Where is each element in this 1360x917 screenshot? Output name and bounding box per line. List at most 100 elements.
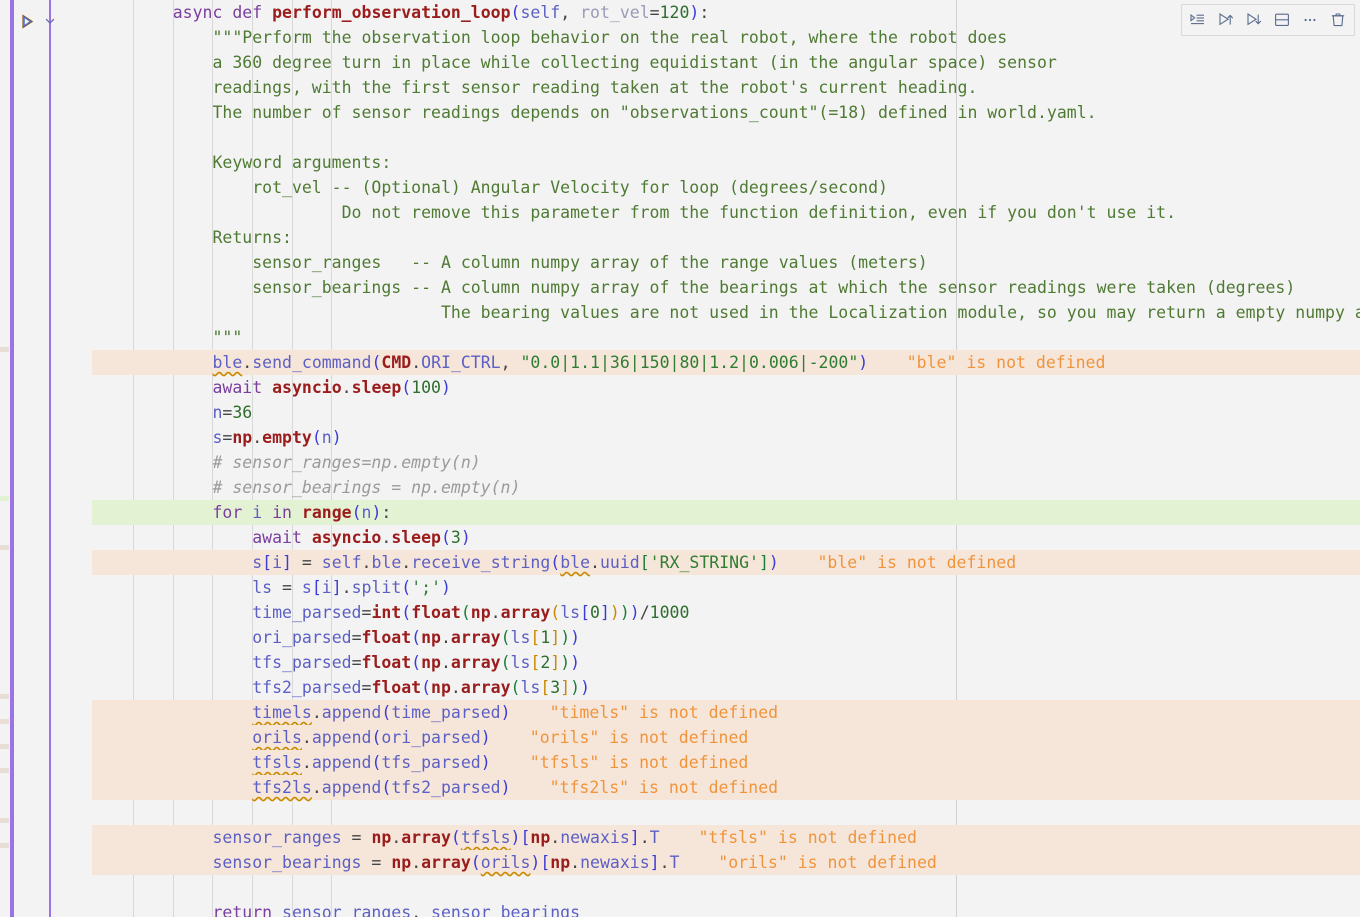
code-line[interactable] [92, 875, 1360, 900]
code-token: ( [470, 853, 481, 872]
code-token: . [252, 428, 263, 447]
code-line[interactable]: sensor_ranges = np.array(tfsls)[np.newax… [92, 825, 1360, 850]
code-token: , [500, 353, 521, 372]
code-lines[interactable]: async def perform_observation_loop(self,… [92, 0, 1360, 917]
code-token: / [639, 603, 650, 622]
code-line[interactable]: await asyncio.sleep(100) [92, 375, 1360, 400]
code-line[interactable]: rot_vel -- (Optional) Angular Velocity f… [92, 175, 1360, 200]
code-token: ls [560, 603, 581, 622]
code-token: ';' [411, 578, 442, 597]
code-token: ble [371, 553, 402, 572]
code-line[interactable]: """ [92, 325, 1360, 350]
code-token: , [411, 903, 432, 917]
code-token: np [371, 828, 392, 847]
chevron-down-icon[interactable] [40, 8, 60, 34]
code-token: ( [401, 578, 412, 597]
code-token: append [321, 703, 382, 722]
code-token: n [321, 428, 332, 447]
code-token: float [411, 603, 461, 622]
code-token: ls [510, 653, 531, 672]
code-token: Returns: [133, 228, 292, 247]
code-line[interactable] [92, 125, 1360, 150]
code-token: ( [510, 3, 521, 22]
run-by-line-icon[interactable] [1184, 7, 1212, 33]
code-token: = [341, 828, 372, 847]
code-token: sensor_bearings -- A column numpy array … [133, 278, 1296, 297]
split-cell-icon[interactable] [1268, 7, 1296, 33]
code-token: i [321, 578, 332, 597]
code-token: ] [282, 553, 292, 572]
code-line[interactable]: readings, with the first sensor reading … [92, 75, 1360, 100]
code-line[interactable]: tfsls.append(tfs_parsed) "tfsls" is not d… [92, 750, 1360, 775]
code-line-text: sensor_ranges -- A column numpy array of… [92, 250, 928, 275]
code-line-text: sensor_ranges = np.array(tfsls)[np.newax… [92, 825, 659, 850]
code-token: np [421, 653, 441, 672]
code-line[interactable]: sensor_ranges -- A column numpy array of… [92, 250, 1360, 275]
code-token: = [361, 603, 372, 622]
undefined-symbol: timels [252, 703, 312, 722]
undefined-symbol: ble [560, 553, 591, 572]
code-line[interactable]: The number of sensor readings depends on… [92, 100, 1360, 125]
run-cell-button[interactable] [14, 8, 40, 34]
code-line[interactable]: tfs2ls.append(tfs2_parsed) "tfs2ls" is no… [92, 775, 1360, 800]
code-token: 36 [232, 403, 253, 422]
code-token: for [212, 503, 243, 522]
code-token: ori_parsed [381, 728, 481, 747]
code-token: np [470, 603, 491, 622]
code-token: . [391, 828, 402, 847]
code-line[interactable]: sensor_bearings = np.array(orils)[np.new… [92, 850, 1360, 875]
overview-ruler[interactable] [0, 0, 10, 917]
code-line[interactable]: n=36 [92, 400, 1360, 425]
code-token: s [212, 428, 223, 447]
code-line[interactable]: # sensor_ranges=np.empty(n) [92, 450, 1360, 475]
code-line-text: await asyncio.sleep(3) [92, 525, 471, 550]
run-above-icon[interactable] [1212, 7, 1240, 33]
code-token: 100 [411, 378, 441, 397]
code-token: [ [540, 853, 551, 872]
code-line[interactable]: await asyncio.sleep(3) [92, 525, 1360, 550]
code-token: rot_vel -- (Optional) Angular Velocity f… [133, 178, 888, 197]
code-line[interactable]: s=np.empty(n) [92, 425, 1360, 450]
code-line[interactable]: ble.send_command(CMD.ORI_CTRL, "0.0|1.1|… [92, 350, 1360, 375]
code-line[interactable] [92, 800, 1360, 825]
code-line[interactable]: Keyword arguments: [92, 150, 1360, 175]
code-editor[interactable]: async def perform_observation_loop(self,… [92, 0, 1360, 917]
more-actions-icon[interactable] [1296, 7, 1324, 33]
overview-ruler-mark [0, 545, 9, 550]
code-line[interactable]: time_parsed=int(float(np.array(ls[0])))/… [92, 600, 1360, 625]
code-line[interactable]: The bearing values are not used in the L… [92, 300, 1360, 325]
delete-cell-icon[interactable] [1324, 7, 1352, 33]
inline-error-message: "tfs2ls" is not defined [549, 778, 779, 797]
code-line[interactable]: ls = s[i].split(';') [92, 575, 1360, 600]
code-line[interactable]: sensor_bearings -- A column numpy array … [92, 275, 1360, 300]
run-below-icon[interactable] [1240, 7, 1268, 33]
code-line[interactable]: Do not remove this parameter from the fu… [92, 200, 1360, 225]
code-token: . [381, 528, 392, 547]
code-line[interactable]: async def perform_observation_loop(self,… [92, 0, 1360, 25]
code-line-text: """ [92, 325, 242, 350]
undefined-symbol: tfsls [460, 828, 511, 847]
code-line[interactable]: tfs_parsed=float(np.array(ls[2])) [92, 650, 1360, 675]
code-line[interactable]: for i in range(n): [92, 500, 1360, 525]
code-token: ( [371, 753, 382, 772]
overview-ruler-mark [0, 744, 9, 749]
code-line[interactable]: # sensor_bearings = np.empty(n) [92, 475, 1360, 500]
code-line[interactable]: """Perform the observation loop behavior… [92, 25, 1360, 50]
code-line[interactable]: s[i] = self.ble.receive_string(ble.uuid[… [92, 550, 1360, 575]
code-line-text: orils.append(ori_parsed) [92, 725, 490, 750]
code-line[interactable]: Returns: [92, 225, 1360, 250]
code-line[interactable]: tfs2_parsed=float(np.array(ls[3])) [92, 675, 1360, 700]
code-token: append [321, 778, 382, 797]
code-line[interactable]: orils.append(ori_parsed) "orils" is not d… [92, 725, 1360, 750]
code-token: np [232, 428, 253, 447]
code-line[interactable]: return sensor_ranges, sensor_bearings [92, 900, 1360, 917]
code-line[interactable]: ori_parsed=float(np.array(ls[1])) [92, 625, 1360, 650]
code-line[interactable]: a 360 degree turn in place while collect… [92, 50, 1360, 75]
code-token: ) [858, 353, 869, 372]
code-token: 120 [659, 3, 690, 22]
code-line[interactable]: timels.append(time_parsed) "timels" is no… [92, 700, 1360, 725]
code-token: Keyword arguments: [133, 153, 392, 172]
